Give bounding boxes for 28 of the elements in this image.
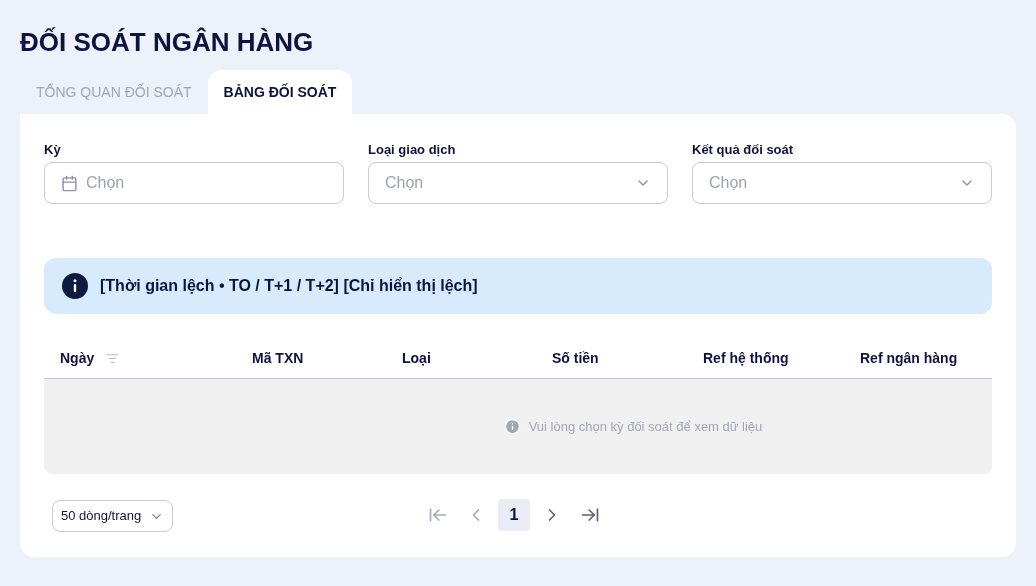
date-field[interactable]: Chọn [44,162,344,204]
field-label: Kết quả đối soát [692,141,795,159]
tab[interactable]: BẢNG ĐỐI SOÁT [207,70,353,114]
column-header: Mã TXN [252,349,304,368]
banner-text: [Thời gian lệch • TO / T+1 / T+2] [Chỉ hiển thị lệch] [100,276,478,296]
tab[interactable]: TỔNG QUAN ĐỐI SOÁT [20,70,208,114]
placeholder-text: Chọn [709,173,749,193]
first-page-icon [428,505,448,525]
page-number[interactable]: 1 [498,499,530,531]
calendar-icon [61,174,78,192]
column-header: Ref hệ thống [703,349,789,368]
info-icon [503,418,521,435]
placeholder-text: Chọn [86,173,126,193]
column-header: Số tiền [552,349,599,368]
empty-message: Vui lòng chọn kỳ đối soát để xem dữ liệu [528,417,763,436]
column-header: Ngày [60,349,95,368]
page-size-select[interactable]: 50 dòng/trang [52,500,174,532]
page-title: ĐỐI SOÁT NGÂN HÀNG [20,26,315,58]
select-field[interactable]: Chọn [368,162,668,204]
info-icon [62,273,88,299]
select-field[interactable]: Chọn [692,162,992,204]
field-label: Loại giao dịch [368,141,457,159]
placeholder-text: Chọn [385,173,425,193]
column-header: Loại [402,349,431,368]
filter-icon[interactable] [106,352,120,365]
last-page-icon [580,505,600,525]
column-header: Ref ngân hàng [860,349,958,368]
field-label: Kỳ [44,141,62,159]
